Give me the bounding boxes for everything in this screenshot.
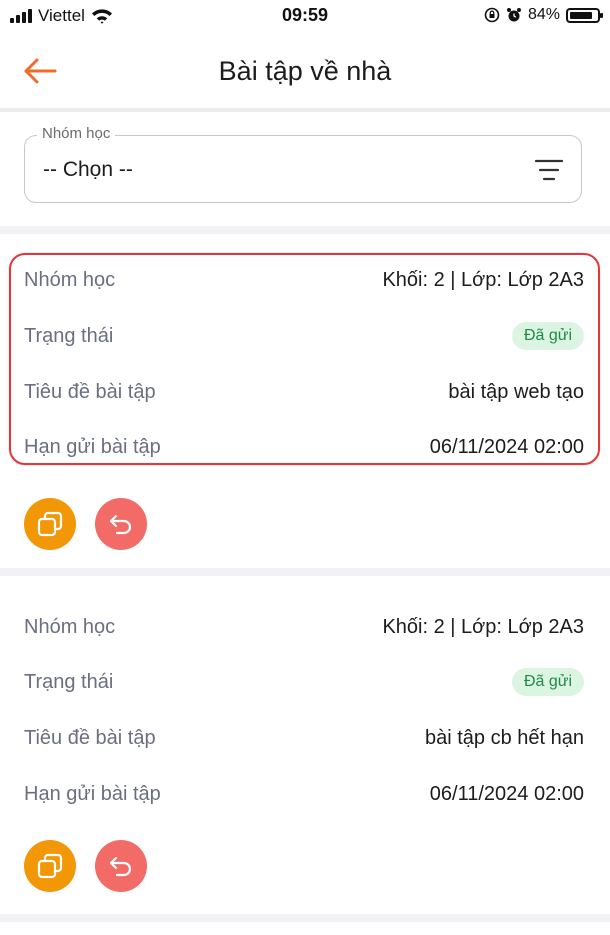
card-row-status: Trạng thái Đã gửi bbox=[24, 662, 584, 702]
orientation-lock-icon bbox=[484, 7, 500, 23]
card-row-group: Nhóm học Khối: 2 | Lớp: Lớp 2A3 bbox=[24, 607, 584, 647]
homework-card: Nhóm học Khối: 2 | Lớp: Lớp 2A3 Trạng th… bbox=[0, 580, 610, 914]
section-divider bbox=[0, 914, 610, 922]
status-label: Trạng thái bbox=[24, 670, 114, 693]
app-header: Bài tập về nhà bbox=[0, 34, 610, 110]
header-divider bbox=[0, 108, 610, 112]
deadline-label: Hạn gửi bài tập bbox=[24, 782, 161, 805]
undo-icon bbox=[109, 856, 132, 877]
title-value: bài tập cb hết hạn bbox=[424, 726, 584, 749]
title-label: Tiêu đề bài tập bbox=[24, 726, 156, 749]
card-row-title: Tiêu đề bài tập bài tập cb hết hạn bbox=[24, 718, 584, 758]
copy-icon bbox=[37, 853, 63, 879]
deadline-value: 06/11/2024 02:00 bbox=[429, 782, 584, 805]
selection-highlight bbox=[9, 253, 600, 465]
battery-icon bbox=[566, 7, 603, 23]
group-filter-select[interactable]: Nhóm học -- Chọn -- bbox=[24, 125, 582, 203]
status-badge: Đã gửi bbox=[511, 668, 584, 696]
card-row-deadline: Hạn gửi bài tập 06/11/2024 02:00 bbox=[24, 774, 584, 814]
battery-fill bbox=[570, 11, 592, 19]
copy-icon bbox=[37, 511, 63, 537]
undo-icon bbox=[109, 514, 132, 535]
copy-button[interactable] bbox=[24, 498, 76, 550]
status-bar: Viettel 09:59 84% bbox=[0, 0, 610, 34]
battery-percent: 84% bbox=[527, 6, 560, 23]
filter-value: -- Chọn -- bbox=[43, 158, 133, 181]
filter-label: Nhóm học bbox=[37, 125, 116, 142]
recall-button[interactable] bbox=[95, 498, 147, 550]
group-value: Khối: 2 | Lớp: Lớp 2A3 bbox=[382, 615, 584, 638]
page-title: Bài tập về nhà bbox=[218, 56, 392, 86]
status-right: 84% bbox=[484, 6, 603, 24]
recall-button[interactable] bbox=[95, 840, 147, 892]
filter-icon[interactable] bbox=[533, 156, 565, 184]
group-label: Nhóm học bbox=[24, 615, 116, 638]
copy-button[interactable] bbox=[24, 840, 76, 892]
section-divider bbox=[0, 568, 610, 576]
section-divider bbox=[0, 226, 610, 234]
alarm-icon bbox=[506, 8, 521, 22]
